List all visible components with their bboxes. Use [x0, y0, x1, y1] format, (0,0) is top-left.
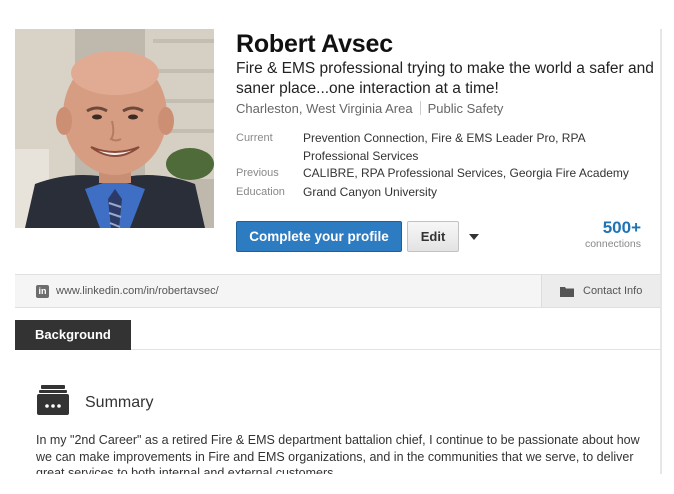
profile-name: Robert Avsec	[236, 30, 393, 58]
education-value[interactable]: Grand Canyon University	[303, 183, 648, 201]
summary-text: In my "2nd Career" as a retired Fire & E…	[36, 433, 640, 474]
previous-value[interactable]: CALIBRE, RPA Professional Services, Geor…	[303, 164, 648, 182]
linkedin-icon: in	[36, 285, 49, 298]
connections-label: connections	[584, 238, 641, 250]
previous-label: Previous	[236, 167, 279, 179]
current-label: Current	[236, 132, 273, 144]
profile-url-bar: in www.linkedin.com/in/robertavsec/ Cont…	[15, 274, 660, 308]
folder-icon	[560, 287, 574, 297]
complete-profile-button[interactable]: Complete your profile	[236, 221, 402, 252]
profile-photo[interactable]	[15, 29, 214, 228]
background-tab[interactable]: Background	[15, 320, 131, 350]
meta-divider	[419, 101, 421, 115]
edit-button[interactable]: Edit	[407, 221, 459, 252]
summary-card-icon	[37, 385, 69, 415]
card-edge	[660, 29, 662, 474]
summary-title: Summary	[85, 394, 154, 411]
education-label: Education	[236, 186, 285, 198]
connections-count[interactable]: 500+	[570, 218, 641, 238]
contact-info-button[interactable]: Contact Info	[542, 275, 660, 307]
profile-meta: Charleston, West Virginia Area Public Saf…	[236, 101, 503, 116]
current-value[interactable]: Prevention Connection, Fire & EMS Leader…	[303, 129, 648, 165]
profile-url[interactable]: www.linkedin.com/in/robertavsec/	[56, 285, 219, 297]
background-divider	[131, 349, 660, 350]
profile-location[interactable]: Charleston, West Virginia Area	[236, 101, 413, 116]
profile-industry[interactable]: Public Safety	[428, 101, 504, 116]
profile-headline: Fire & EMS professional trying to make t…	[236, 60, 654, 97]
caret-down-icon[interactable]	[466, 229, 482, 245]
contact-info-label: Contact Info	[583, 285, 643, 297]
